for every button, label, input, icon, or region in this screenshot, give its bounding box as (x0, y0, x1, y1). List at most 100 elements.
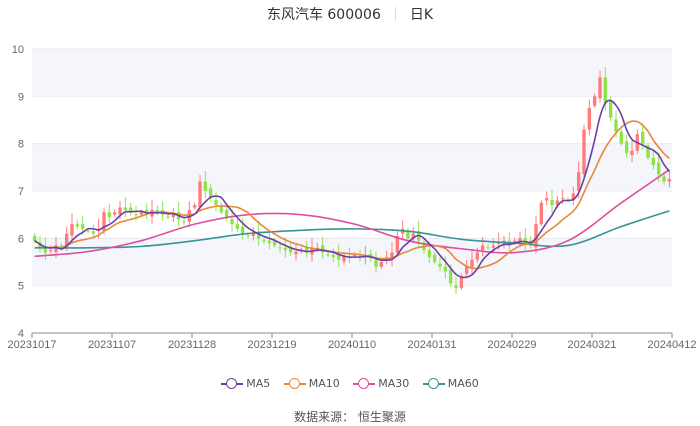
x-tick-label: 20231128 (168, 339, 216, 351)
candle-body (630, 150, 634, 156)
candle-body (326, 254, 330, 256)
y-tick-label: 8 (18, 139, 24, 151)
candle-body (619, 131, 624, 144)
x-tick-label: 20240229 (488, 339, 537, 351)
candle-body (331, 254, 336, 258)
candle-body (48, 250, 53, 252)
candle-body (283, 247, 288, 251)
candle-body (192, 205, 197, 208)
candle-body (550, 199, 554, 206)
x-tick-label: 20240412 (648, 339, 697, 351)
candle-body (651, 157, 656, 165)
candle-body (86, 230, 90, 232)
candle-body (443, 266, 448, 272)
candle (107, 203, 112, 223)
candle-body (603, 77, 608, 104)
candle-body (667, 179, 672, 182)
grid-band (32, 49, 672, 97)
y-tick-label: 5 (18, 281, 24, 293)
legend-item-ma10[interactable]: MA10 (283, 377, 340, 390)
candle-body (267, 240, 272, 244)
candle-body (32, 235, 37, 241)
candle (214, 191, 218, 212)
x-tick-label: 20240321 (568, 339, 617, 351)
candle-body (480, 245, 485, 251)
legend-label: MA10 (308, 377, 340, 390)
y-tick-label: 10 (12, 44, 24, 56)
candle-body (80, 224, 85, 229)
candle-body (438, 263, 442, 267)
candle (550, 189, 554, 213)
candle (155, 205, 160, 216)
candle-body (123, 207, 128, 210)
candle-body (91, 231, 96, 234)
candle-body (598, 77, 602, 99)
legend-item-ma5[interactable]: MA5 (221, 377, 270, 390)
candle (144, 203, 149, 220)
candle-body (203, 181, 208, 191)
candle-body (54, 245, 58, 253)
candle (587, 99, 592, 136)
candle-body (139, 212, 144, 215)
data-source: 数据来源： 恒生聚源 (294, 410, 406, 424)
candle (123, 197, 128, 218)
candle-body (230, 218, 234, 225)
candle (235, 219, 240, 233)
candlestick-chart: 4567891020231017 20231107 20231128 20231219… (8, 44, 697, 351)
legend-label: MA30 (378, 377, 410, 390)
candle-body (640, 131, 645, 144)
candle-body (491, 245, 496, 248)
candle (544, 191, 549, 206)
candle-body (171, 214, 176, 218)
candle-body (486, 247, 490, 249)
x-tick-label: 20240110 (328, 339, 376, 351)
candle-body (118, 207, 122, 215)
y-tick-label: 6 (18, 233, 24, 245)
candle-body (427, 250, 432, 258)
candle-body (112, 212, 117, 215)
candle-body (278, 247, 282, 249)
candle-body (182, 221, 186, 223)
candle (128, 202, 133, 216)
legend-item-ma60[interactable]: MA60 (422, 377, 479, 390)
grid-band (32, 238, 672, 286)
x-tick-label: 20231107 (88, 339, 136, 351)
candle (160, 201, 165, 221)
candle (582, 124, 586, 178)
candle-body (235, 224, 240, 229)
candle-body (432, 254, 437, 262)
legend: MA5 MA10 MA30 MA60 (0, 377, 700, 393)
candle-body (662, 176, 666, 182)
candle-body (198, 181, 202, 208)
candle-body (496, 243, 501, 245)
candle (619, 128, 624, 146)
candle-body (608, 101, 613, 118)
candle-body (262, 240, 266, 242)
candle-body (544, 198, 549, 201)
x-tick-label: 20240131 (408, 339, 457, 351)
candle-body (454, 285, 458, 289)
candle-body (374, 260, 378, 267)
candle-body (214, 199, 218, 206)
y-tick-label: 7 (18, 186, 24, 198)
candle-body (475, 252, 480, 260)
candle-body (656, 162, 661, 175)
candle-body (587, 108, 592, 130)
candle (112, 209, 117, 217)
candle-body (166, 216, 170, 218)
legend-label: MA60 (447, 377, 479, 390)
candle-body (582, 129, 586, 174)
candle-body (448, 269, 453, 284)
candle-body (294, 251, 298, 255)
candle-body (560, 198, 565, 200)
legend-item-ma30[interactable]: MA30 (353, 377, 409, 390)
x-tick-label: 20231017 (8, 339, 57, 351)
candle-body (246, 235, 250, 237)
candle-body (134, 214, 138, 216)
candle-body (107, 212, 112, 218)
x-tick-label: 20231219 (248, 339, 297, 351)
y-tick-label: 9 (18, 91, 24, 103)
candle-body (592, 96, 597, 106)
candle-body (614, 119, 618, 132)
candle-body (240, 226, 245, 234)
